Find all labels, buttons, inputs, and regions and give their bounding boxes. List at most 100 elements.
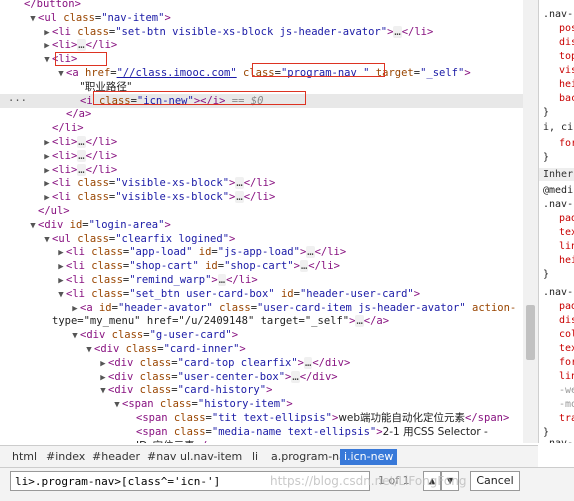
annotation-box	[252, 63, 385, 77]
dom-node[interactable]: ▶ <li class="visible-xs-block">…</li>	[0, 190, 523, 204]
dom-node[interactable]: ▼ <div class="g-user-card">	[0, 328, 523, 342]
dom-node[interactable]: ▼ <span class="history-item">	[0, 397, 523, 411]
node-text: <li class="visible-xs-block">…</li>	[52, 177, 276, 190]
dom-node[interactable]: </a>	[0, 107, 523, 121]
style-rule-text: .nav-	[543, 437, 573, 443]
node-text: <li class="set_btn user-card-box" id="he…	[66, 287, 421, 300]
style-rule-text: lin	[559, 241, 574, 252]
style-rule-text: hei	[559, 255, 574, 266]
node-text: <span class="media-name text-ellipsis">2…	[136, 425, 488, 438]
node-text: <li class="set-btn visible-xs-block js-h…	[52, 25, 434, 38]
dom-node[interactable]: ▶ <a id="header-avator" class="user-card-…	[0, 301, 523, 315]
dom-node[interactable]: type="my_menu" href="/u/2409148" target=…	[0, 314, 523, 328]
style-rule-text: tex	[559, 343, 574, 354]
node-text: <div class="g-user-card">	[80, 329, 239, 342]
style-rule-text: dis	[559, 315, 574, 326]
dom-node[interactable]: ▶ <li class="app-load" id="js-app-load">……	[0, 245, 523, 259]
dom-node[interactable]: ▼ <div class="card-inner">	[0, 342, 523, 356]
scrollbar-thumb[interactable]	[526, 305, 535, 360]
annotation-box	[55, 52, 107, 66]
breadcrumb-item[interactable]: #header	[88, 449, 144, 465]
node-text: <span class="history-item">	[122, 398, 293, 411]
style-rule-text: -we	[559, 385, 574, 396]
dom-node[interactable]: ▶ <li>…</li>	[0, 163, 523, 177]
style-rule-text: bac	[559, 93, 574, 104]
style-rule-text: Inherit	[539, 168, 574, 181]
node-text: <li class="remind_warp">…</li>	[66, 274, 258, 286]
style-rule-text: lin	[559, 371, 574, 382]
scrollbar-track[interactable]	[523, 0, 538, 443]
node-text: <div class="card-history">	[108, 384, 273, 397]
style-rule-text: i, ci	[543, 122, 574, 133]
cancel-button[interactable]: Cancel	[470, 471, 520, 491]
dom-node[interactable]: ▶ <li class="visible-xs-block">…</li>	[0, 176, 523, 190]
dom-node[interactable]: </button>	[0, 0, 523, 11]
style-rule-text: top	[559, 51, 574, 62]
node-text: </button>	[24, 0, 81, 10]
dom-node[interactable]: ▶ <li class="set-btn visible-xs-block js-…	[0, 25, 523, 39]
style-rule-text: .nav-	[543, 199, 574, 210]
style-rule-text: .nav-	[543, 287, 574, 298]
style-rule-text: }	[543, 269, 550, 280]
breadcrumb-item[interactable]: html	[8, 449, 41, 465]
node-text: <div class="card-top clearfix">…</div>	[108, 356, 351, 369]
styles-sidebar: .nav-pos dis top vis hei bac} i, ci for} Inherit…	[538, 0, 574, 443]
node-text: <div id="login-area">	[38, 218, 171, 231]
dom-node[interactable]: </li>	[0, 121, 523, 135]
breadcrumb-item[interactable]: #index	[42, 449, 89, 465]
style-rule-text: pad	[559, 213, 574, 224]
style-rule-text: @medi	[543, 185, 574, 196]
more-options-icon[interactable]: ···	[8, 94, 27, 108]
style-rule-text: hei	[559, 79, 574, 90]
node-text: <li>…</li>	[52, 136, 118, 148]
node-text: <ul class="clearfix logined">	[52, 232, 236, 245]
dom-node[interactable]: ▶ <li>…</li>	[0, 38, 523, 52]
dom-node[interactable]: IDs定位元素</span>	[0, 439, 523, 443]
dom-node[interactable]: ▼ <div id="login-area">	[0, 218, 523, 232]
style-rule-text: }	[543, 152, 550, 163]
node-text: <ul class="nav-item">	[38, 11, 171, 24]
dom-node[interactable]: ▶ <li>…</li>	[0, 149, 523, 163]
node-text: <span class="tit text-ellipsis">web端功能自动…	[136, 412, 510, 424]
watermark: https://blog.csdn.net/LiFongFong	[270, 474, 467, 488]
dom-node[interactable]: ▼ <ul class="clearfix logined">	[0, 232, 523, 246]
node-text: <li>…</li>	[52, 163, 118, 176]
breadcrumb-item[interactable]: #nav	[143, 449, 180, 465]
style-rule-text: for	[559, 357, 574, 368]
dom-node[interactable]: ▶ <li class="remind_warp">…</li>	[0, 273, 523, 287]
dom-node[interactable]: ▼ <div class="card-history">	[0, 383, 523, 397]
breadcrumb-item[interactable]: ul.nav-item	[176, 449, 246, 465]
dom-node[interactable]: <span class="tit text-ellipsis">web端功能自动…	[0, 411, 523, 425]
dom-node[interactable]: <span class="media-name text-ellipsis">2…	[0, 425, 523, 439]
dom-node[interactable]: ▼ <li class="set_btn user-card-box" id="h…	[0, 287, 523, 301]
style-rule-text: for	[559, 138, 574, 149]
dom-node[interactable]: ▼ <ul class="nav-item">	[0, 11, 523, 25]
dom-node[interactable]: ▶ <div class="user-center-box">…</div>	[0, 370, 523, 384]
node-text: </li>	[52, 122, 84, 135]
dom-tree-panel[interactable]: </button> ▼ <ul class="nav-item"> ▶ <li clas…	[0, 0, 523, 443]
node-text: </ul>	[38, 205, 70, 217]
style-rule-text: tra	[559, 413, 574, 424]
style-rule-text: col	[559, 329, 574, 340]
node-text: <div class="card-inner">	[94, 343, 246, 355]
dom-node[interactable]: ▶ <li>…</li>	[0, 135, 523, 149]
dom-node[interactable]: ▶ <div class="card-top clearfix">…</div>	[0, 356, 523, 370]
node-text: </a>	[66, 108, 92, 121]
breadcrumb-item[interactable]: li	[248, 449, 262, 465]
annotation-box	[93, 91, 306, 105]
dom-node[interactable]: ▶ <li class="shop-cart" id="shop-cart">…<…	[0, 259, 523, 273]
node-text: <li class="shop-cart" id="shop-cart">…</…	[66, 260, 340, 273]
node-text: type="my_menu" href="/u/2409148" target=…	[52, 315, 390, 328]
node-text: <div class="user-center-box">…</div>	[108, 370, 338, 383]
breadcrumb-item[interactable]: i.icn-new	[340, 449, 398, 465]
breadcrumb: html #index #header #nav ul.nav-item li a.prog…	[0, 445, 538, 468]
node-text: <a id="header-avator" class="user-card-i…	[80, 301, 517, 314]
style-rule-text: -mo	[559, 399, 574, 410]
style-rule-text: vis	[559, 65, 574, 76]
style-rule-text: dis	[559, 37, 574, 48]
style-rule-text: .nav-	[543, 9, 574, 20]
node-text: IDs定位元素</span>	[136, 440, 239, 443]
style-rule-text: pos	[559, 23, 574, 34]
dom-node[interactable]: </ul>	[0, 204, 523, 218]
style-rule-text: tex	[559, 227, 574, 238]
